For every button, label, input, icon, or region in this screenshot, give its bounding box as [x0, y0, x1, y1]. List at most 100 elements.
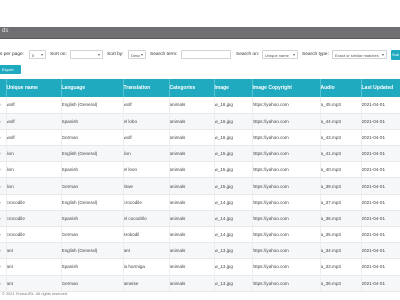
- app-page: ds s per page: 5 ▾ Sort on: ▾ Sort by: D…: [0, 0, 400, 300]
- table-cell: a_39.mp3: [320, 177, 362, 195]
- table-cell: w_16.jpg: [214, 113, 253, 130]
- table-cell: löwe: [123, 177, 170, 195]
- table-cell: 2021-04-01: [361, 161, 400, 178]
- table-cell: el leon: [123, 161, 170, 178]
- sort-by-select[interactable]: Desc ▾: [128, 50, 146, 59]
- table-cell: ant: [6, 242, 62, 259]
- table-cell: crocodile: [123, 194, 170, 211]
- table-cell: w_15.jpg: [214, 177, 253, 195]
- column-header[interactable]: Language: [61, 79, 124, 97]
- table-cell: English (General): [61, 242, 124, 259]
- table-cell: w_14.jpg: [214, 194, 253, 211]
- chevron-down-icon: ▾: [381, 52, 384, 57]
- table-cell: crocodile: [6, 210, 62, 227]
- sort-on-select[interactable]: ▾: [70, 50, 103, 59]
- table-cell: w_14.jpg: [214, 226, 253, 243]
- table-row[interactable]: › lion German löwe animals w_15.jpg https://ya…: [0, 177, 400, 195]
- table-cell: a_33.mp3: [320, 258, 362, 276]
- table-cell: German: [61, 226, 124, 243]
- search-term-input[interactable]: [181, 50, 231, 59]
- footer-copyright: © 2021 TermsURL. All rights reserved.: [2, 291, 69, 296]
- column-header[interactable]: Last Updated: [361, 79, 400, 97]
- table-row[interactable]: › lion English (General) lion animals w_15.jp…: [0, 145, 400, 162]
- table-cell: 2021-04-01: [361, 145, 400, 162]
- search-on-select[interactable]: Unique name ▾: [262, 50, 298, 59]
- table-cell: 2021-04-01: [361, 194, 400, 211]
- table-cell: animals: [169, 113, 215, 130]
- table-cell: animals: [169, 177, 215, 195]
- export-words-button[interactable]: Export Words: [0, 65, 21, 81]
- search-term-label: Search term:: [150, 52, 178, 57]
- table-row[interactable]: › lion Spanish el leon animals w_15.jpg https:…: [0, 161, 400, 178]
- table-cell: a_36.mp3: [320, 210, 362, 227]
- chevron-down-icon: ▾: [40, 52, 43, 57]
- table-cell: animals: [169, 275, 215, 292]
- table-cell: https://yahoo.com: [252, 177, 321, 195]
- table-cell: wolf: [123, 97, 170, 114]
- table-cell: 2021-04-01: [361, 242, 400, 259]
- table-cell: lion: [6, 177, 62, 195]
- table-row[interactable]: › crocodile German krokodil animals w_14.jpg h…: [0, 226, 400, 243]
- search-type-select[interactable]: Exact or similar matches ▾: [332, 50, 387, 59]
- table-cell: w_14.jpg: [214, 210, 253, 227]
- table-row[interactable]: › crocodile English (General) crocodile anim…: [0, 194, 400, 211]
- table-cell: ant: [6, 275, 62, 292]
- sort-by-label: Sort by:: [107, 52, 124, 57]
- table-cell: animals: [169, 194, 215, 211]
- table-cell: crocodile: [6, 226, 62, 243]
- table-row[interactable]: › crocodile Spanish el cocodrilo animals w_14…: [0, 210, 400, 227]
- table-row[interactable]: › ant Spanish la hormiga animals w_13.jpg http…: [0, 258, 400, 276]
- table-cell: Spanish: [61, 161, 124, 178]
- table-cell: wolf: [123, 129, 170, 146]
- table-cell: English (General): [61, 194, 124, 211]
- table-cell: el cocodrilo: [123, 210, 170, 227]
- table-cell: a_45.mp3: [320, 97, 362, 114]
- search-on-label: Search on:: [236, 52, 260, 57]
- column-header[interactable]: Audio: [320, 79, 362, 97]
- table-cell: wolf: [6, 97, 62, 114]
- table-cell: animals: [169, 242, 215, 259]
- title-bar: ds: [0, 27, 400, 39]
- table-cell: 2021-04-01: [361, 113, 400, 130]
- table-cell: 2021-04-01: [361, 177, 400, 195]
- table-cell: 2021-04-01: [361, 97, 400, 114]
- table-cell: https://yahoo.com: [252, 145, 321, 162]
- table-cell: animals: [169, 161, 215, 178]
- table-row[interactable]: › ant English (General) ant animals w_13.jpg h…: [0, 242, 400, 259]
- table-cell: lion: [6, 145, 62, 162]
- sort-on-label: Sort on:: [50, 52, 67, 57]
- rows-per-page-label: s per page:: [0, 52, 25, 57]
- column-header[interactable]: Unique name: [6, 79, 62, 97]
- table-row[interactable]: › wolf Spanish el lobo animals w_16.jpg https:…: [0, 113, 400, 130]
- table-cell: a_36.mp3: [320, 275, 362, 292]
- table-cell: 2021-04-01: [361, 129, 400, 146]
- chevron-down-icon: ▾: [97, 52, 100, 57]
- table-cell: 2021-04-01: [361, 258, 400, 276]
- table-cell: a_35.mp3: [320, 226, 362, 243]
- column-header[interactable]: Image: [214, 79, 253, 97]
- table-cell: 2021-04-01: [361, 226, 400, 243]
- table-cell: el lobo: [123, 113, 170, 130]
- rows-per-page-select[interactable]: 5 ▾: [29, 50, 46, 59]
- table-cell: English (General): [61, 145, 124, 162]
- filter-controls: s per page: 5 ▾ Sort on: ▾ Sort by: Desc…: [0, 50, 400, 62]
- chevron-down-icon: ▾: [292, 52, 295, 57]
- column-header[interactable]: Categories: [169, 79, 215, 97]
- table-cell: w_15.jpg: [214, 145, 253, 162]
- table-cell: a_41.mp3: [320, 145, 362, 162]
- table-cell: a_37.mp3: [320, 194, 362, 211]
- table-cell: English (General): [61, 97, 124, 114]
- table-header-row: Unique name Language Translation Categor…: [0, 79, 400, 97]
- table-cell: krokodil: [123, 226, 170, 243]
- table-row[interactable]: › wolf English (General) wolf animals w_16.jp…: [0, 97, 400, 114]
- table-row[interactable]: › wolf German wolf animals w_16.jpg https://ya…: [0, 129, 400, 146]
- table-cell: German: [61, 275, 124, 292]
- table-cell: la hormiga: [123, 258, 170, 276]
- column-header[interactable]: Translation: [123, 79, 170, 97]
- table-cell: https://yahoo.com: [252, 194, 321, 211]
- table-row[interactable]: › ant German ameise animals w_13.jpg https://y…: [0, 275, 400, 292]
- submit-button[interactable]: Sub: [391, 50, 400, 60]
- table-cell: https://yahoo.com: [252, 275, 321, 292]
- column-header[interactable]: Image Copyright: [252, 79, 321, 97]
- words-table: Unique name Language Translation Categor…: [0, 79, 400, 292]
